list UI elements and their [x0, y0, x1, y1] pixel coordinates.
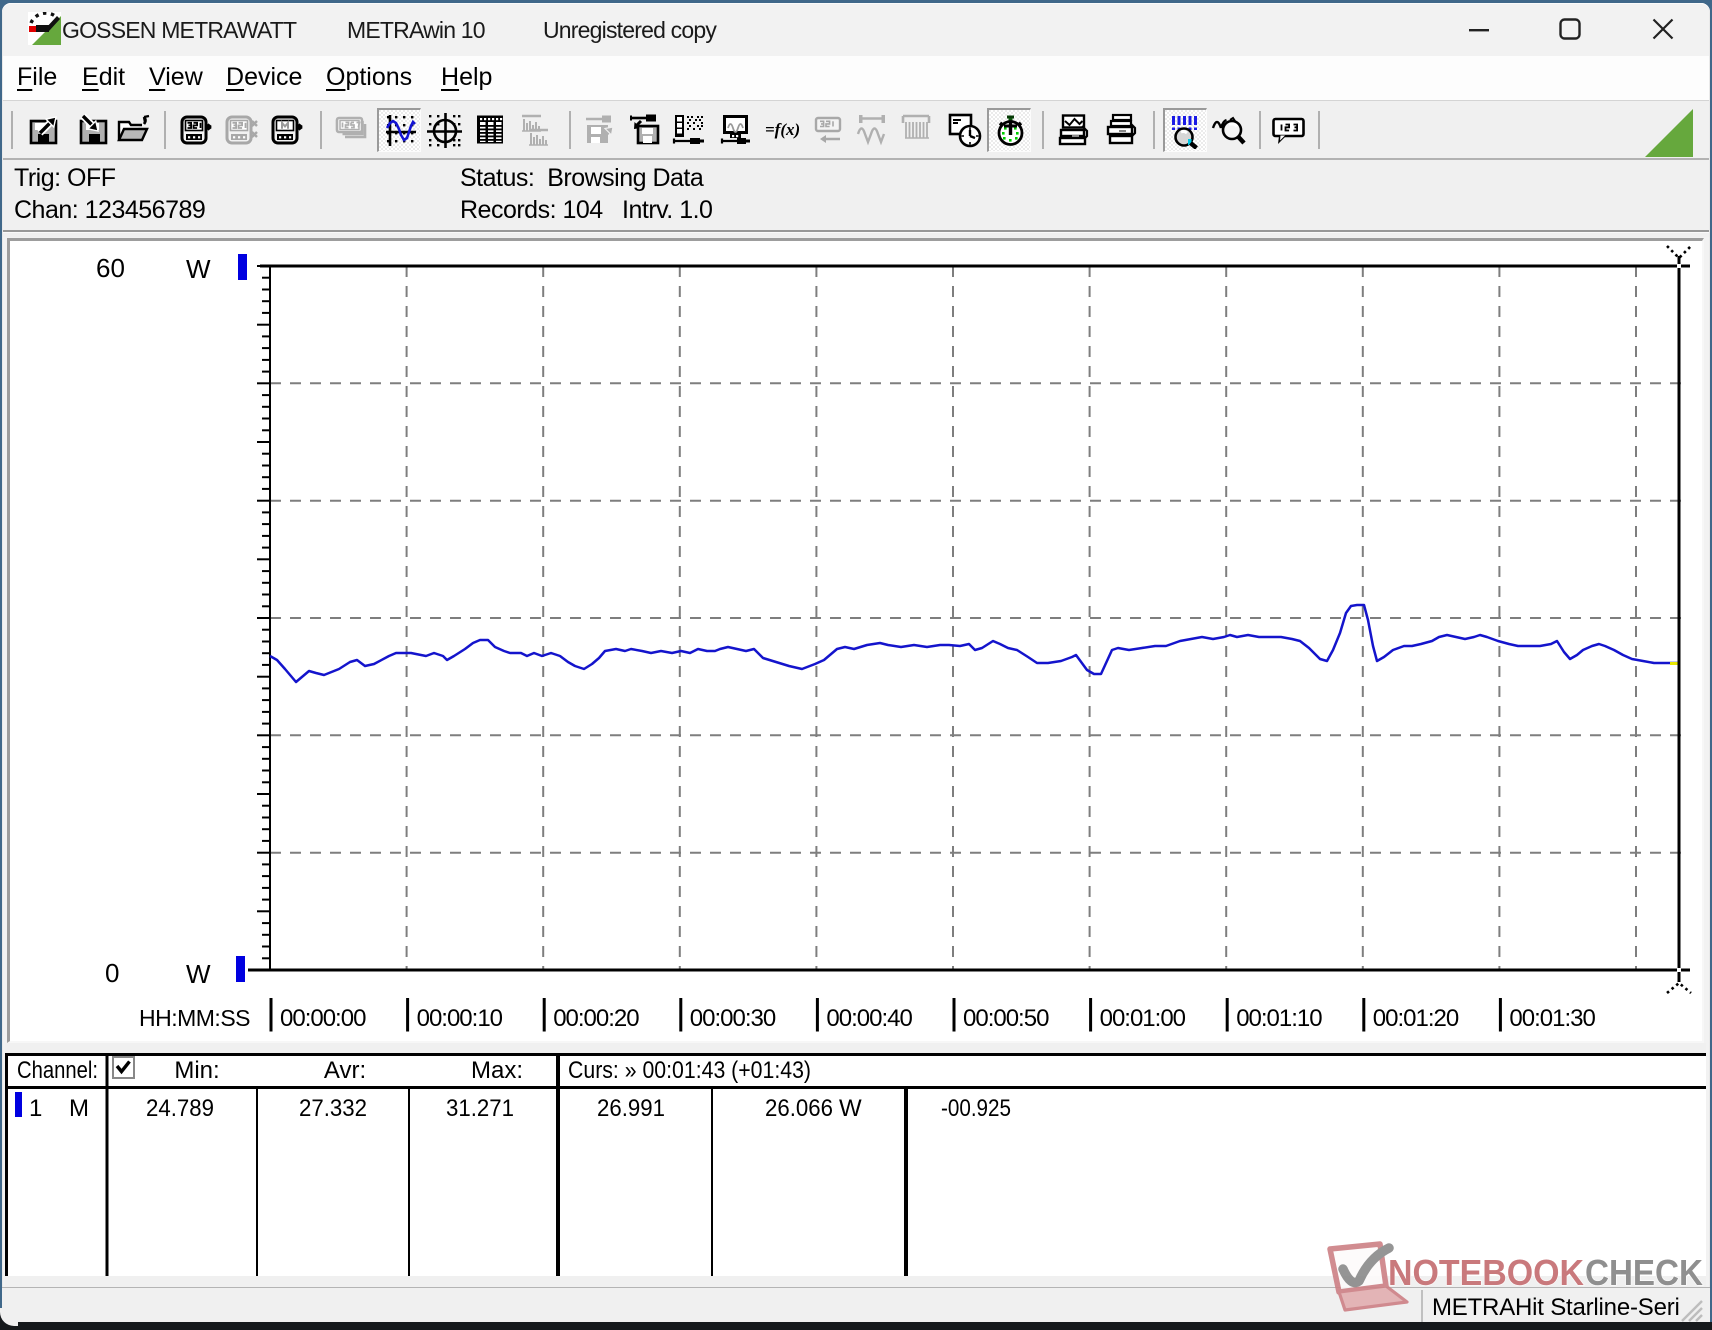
- svg-text:00:01:00: 00:01:00: [1100, 1005, 1186, 1032]
- svg-text:W: W: [186, 959, 211, 989]
- svg-text:00:01:20: 00:01:20: [1373, 1005, 1459, 1032]
- svg-text:Curs: » 00:01:43 (+01:43): Curs: » 00:01:43 (+01:43): [568, 1057, 811, 1084]
- svg-text:M: M: [69, 1095, 89, 1122]
- svg-text:00:01:30: 00:01:30: [1509, 1005, 1595, 1032]
- svg-text:Min:: Min:: [174, 1057, 219, 1084]
- svg-text:26.066: 26.066: [765, 1095, 833, 1122]
- svg-text:31.271: 31.271: [446, 1095, 514, 1122]
- svg-text:00:00:10: 00:00:10: [417, 1005, 503, 1032]
- svg-text:HH:MM:SS: HH:MM:SS: [139, 1005, 250, 1031]
- svg-text:Avr:: Avr:: [324, 1057, 366, 1084]
- svg-text:24.789: 24.789: [146, 1095, 214, 1122]
- svg-text:60: 60: [96, 253, 125, 283]
- svg-text:00:00:40: 00:00:40: [826, 1005, 912, 1032]
- svg-text:-00.925: -00.925: [941, 1095, 1011, 1122]
- svg-text:W: W: [839, 1095, 862, 1122]
- svg-text:00:00:20: 00:00:20: [553, 1005, 639, 1032]
- svg-text:1: 1: [29, 1095, 42, 1122]
- svg-text:00:00:30: 00:00:30: [690, 1005, 776, 1032]
- svg-text:26.991: 26.991: [597, 1095, 665, 1122]
- svg-text:Channel:: Channel:: [17, 1057, 98, 1084]
- svg-text:W: W: [186, 254, 211, 284]
- svg-text:00:01:10: 00:01:10: [1236, 1005, 1322, 1032]
- svg-text:00:00:00: 00:00:00: [280, 1005, 366, 1032]
- svg-text:00:00:50: 00:00:50: [963, 1005, 1049, 1032]
- svg-text:27.332: 27.332: [299, 1095, 367, 1122]
- svg-text:NOTEBOOK: NOTEBOOK: [1388, 1252, 1584, 1293]
- svg-text:Max:: Max:: [471, 1057, 523, 1084]
- svg-text:=f(x): =f(x): [765, 120, 799, 139]
- svg-text:0: 0: [105, 958, 119, 988]
- svg-text:CHECK: CHECK: [1585, 1252, 1703, 1293]
